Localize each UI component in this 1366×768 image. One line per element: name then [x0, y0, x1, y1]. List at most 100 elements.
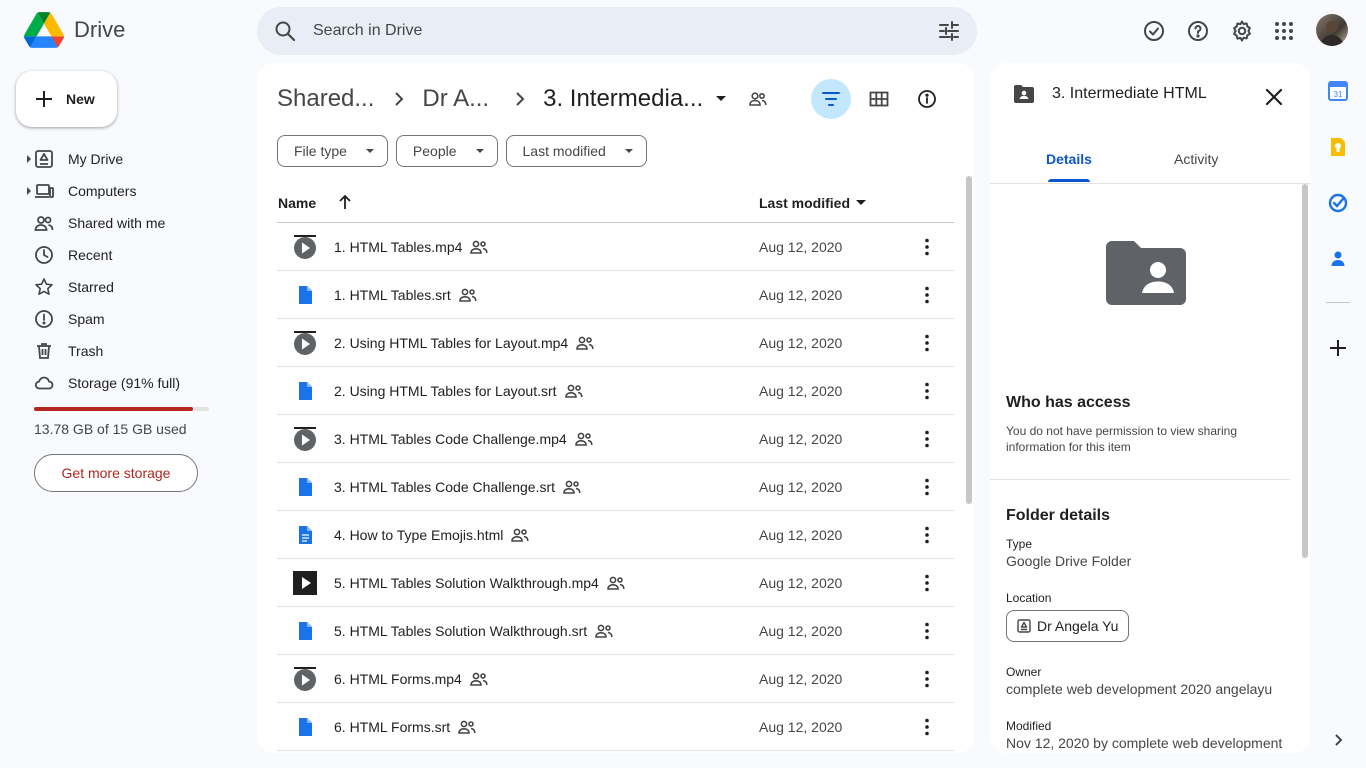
sort-ascending-arrow-icon[interactable] [337, 193, 353, 211]
filter-button[interactable] [811, 79, 851, 119]
file-name-cell[interactable]: 5. HTML Tables Solution Walkthrough.mp4 [334, 575, 625, 591]
file-row[interactable]: 2. Using HTML Tables for Layout.mp4 Aug 1… [277, 319, 954, 367]
more-actions-icon[interactable] [915, 331, 939, 355]
breadcrumb-shared[interactable]: Shared... [277, 85, 374, 113]
file-name-cell[interactable]: 6. HTML Forms.mp4 [334, 671, 488, 687]
sidebar-item-computers[interactable]: Computers [24, 175, 136, 207]
file-modified-date: Aug 12, 2020 [759, 239, 843, 255]
drive-folder-icon [1017, 619, 1031, 633]
breadcrumb-owner-folder[interactable]: Dr A... [422, 85, 489, 113]
view-details-button[interactable] [907, 79, 947, 119]
file-name-cell[interactable]: 5. HTML Tables Solution Walkthrough.srt [334, 623, 613, 639]
last-modified-filter-chip[interactable]: Last modified [505, 135, 647, 167]
shared-people-icon [511, 528, 529, 542]
more-actions-icon[interactable] [915, 427, 939, 451]
search-options-icon[interactable] [937, 19, 961, 43]
file-name-cell[interactable]: 3. HTML Tables Code Challenge.mp4 [334, 431, 593, 447]
more-actions-icon[interactable] [915, 475, 939, 499]
offline-ready-icon[interactable] [1142, 19, 1166, 43]
file-row[interactable]: 5. HTML Tables Solution Walkthrough.mp4 A… [277, 559, 954, 607]
tab-details[interactable]: Details [1046, 151, 1092, 167]
file-row[interactable]: 5. HTML Tables Solution Walkthrough.srt A… [277, 607, 954, 655]
file-name-cell[interactable]: 6. HTML Forms.srt [334, 719, 476, 735]
sidebar-item-starred[interactable]: Starred [24, 271, 114, 303]
file-row[interactable]: 4. How to Type Emojis.html Aug 12, 2020 [277, 511, 954, 559]
computers-icon [34, 181, 54, 201]
tab-activity[interactable]: Activity [1174, 151, 1218, 167]
apps-grid-icon[interactable] [1272, 19, 1296, 43]
sidebar-item-trash[interactable]: Trash [24, 335, 103, 367]
more-actions-icon[interactable] [915, 619, 939, 643]
file-list: 1. HTML Tables.mp4 Aug 12, 2020 1. HTML Ta… [277, 223, 954, 751]
people-filter-chip[interactable]: People [395, 135, 498, 167]
file-name-cell[interactable]: 4. How to Type Emojis.html [334, 527, 529, 543]
chevron-down-icon [365, 148, 375, 154]
more-actions-icon[interactable] [915, 715, 939, 739]
file-row[interactable]: 6. HTML Forms.srt Aug 12, 2020 [277, 703, 954, 751]
file-type-filter-chip[interactable]: File type [277, 135, 388, 167]
chevron-down-icon [475, 148, 485, 154]
location-label: Location [1006, 591, 1052, 605]
search-bar[interactable] [257, 7, 977, 55]
file-row[interactable]: 2. Using HTML Tables for Layout.srt Aug 1… [277, 367, 954, 415]
account-avatar[interactable] [1316, 14, 1348, 46]
grid-view-button[interactable] [859, 79, 899, 119]
file-modified-date: Aug 12, 2020 [759, 623, 843, 639]
tasks-icon[interactable] [1328, 193, 1348, 213]
calendar-icon[interactable]: 31 [1328, 81, 1348, 101]
file-row[interactable]: 1. HTML Tables.mp4 Aug 12, 2020 [277, 223, 954, 271]
breadcrumb: Shared... Dr A... 3. Intermedia... [277, 83, 767, 115]
shared-folder-preview-icon [1106, 241, 1186, 305]
search-icon[interactable] [273, 19, 297, 43]
owner-label: Owner [1006, 665, 1042, 679]
file-row[interactable]: 3. HTML Tables Code Challenge.srt Aug 12,… [277, 463, 954, 511]
show-side-panel-chevron-icon[interactable] [1328, 730, 1348, 750]
file-name-cell[interactable]: 2. Using HTML Tables for Layout.srt [334, 383, 583, 399]
file-row[interactable]: 6. HTML Forms.mp4 Aug 12, 2020 [277, 655, 954, 703]
sidebar-item-shared-with-me[interactable]: Shared with me [24, 207, 165, 239]
close-icon[interactable] [1262, 85, 1286, 109]
file-name-cell[interactable]: 2. Using HTML Tables for Layout.mp4 [334, 335, 594, 351]
file-list-scrollbar[interactable] [966, 176, 972, 504]
last-modified-column-header[interactable]: Last modified [759, 195, 867, 211]
details-scrollbar[interactable] [1302, 184, 1308, 558]
modified-value: Nov 12, 2020 by complete web development [1006, 735, 1283, 751]
get-add-ons-plus-icon[interactable] [1328, 338, 1348, 358]
file-row[interactable]: 1. HTML Tables.srt Aug 12, 2020 [277, 271, 954, 319]
breadcrumb-current-folder[interactable]: 3. Intermedia... [543, 85, 703, 113]
contacts-icon[interactable] [1328, 249, 1348, 269]
settings-gear-icon[interactable] [1230, 19, 1254, 43]
more-actions-icon[interactable] [915, 667, 939, 691]
more-actions-icon[interactable] [915, 523, 939, 547]
file-name: 2. Using HTML Tables for Layout.mp4 [334, 335, 569, 351]
get-more-storage-button[interactable]: Get more storage [34, 454, 198, 492]
sidebar-item-spam[interactable]: Spam [24, 303, 105, 335]
folder-menu-dropdown-icon[interactable] [715, 95, 727, 103]
expand-caret-icon[interactable] [24, 155, 34, 163]
sidebar-item-recent[interactable]: Recent [24, 239, 112, 271]
file-name-cell[interactable]: 1. HTML Tables.mp4 [334, 239, 488, 255]
location-chip[interactable]: Dr Angela Yu [1006, 610, 1130, 642]
new-button[interactable]: New [16, 71, 117, 127]
storage-usage-fill [34, 407, 194, 411]
search-input[interactable] [313, 19, 913, 43]
spam-icon [34, 309, 54, 329]
shared-folder-people-icon[interactable] [749, 91, 767, 107]
keep-notes-icon[interactable] [1328, 137, 1348, 157]
file-modified-date: Aug 12, 2020 [759, 383, 843, 399]
drive-logo[interactable]: Drive [24, 12, 125, 48]
expand-caret-icon[interactable] [24, 187, 34, 195]
file-row[interactable]: 3. HTML Tables Code Challenge.mp4 Aug 12,… [277, 415, 954, 463]
name-column-header[interactable]: Name [278, 195, 316, 211]
shared-people-icon [458, 720, 476, 734]
more-actions-icon[interactable] [915, 571, 939, 595]
file-name-cell[interactable]: 3. HTML Tables Code Challenge.srt [334, 479, 581, 495]
sidebar-item-my-drive[interactable]: My Drive [24, 143, 123, 175]
sidebar-item-storage[interactable]: Storage (91% full) [24, 367, 180, 399]
chevron-down-icon [624, 148, 634, 154]
more-actions-icon[interactable] [915, 283, 939, 307]
file-name-cell[interactable]: 1. HTML Tables.srt [334, 287, 477, 303]
more-actions-icon[interactable] [915, 235, 939, 259]
help-icon[interactable] [1186, 19, 1210, 43]
more-actions-icon[interactable] [915, 379, 939, 403]
